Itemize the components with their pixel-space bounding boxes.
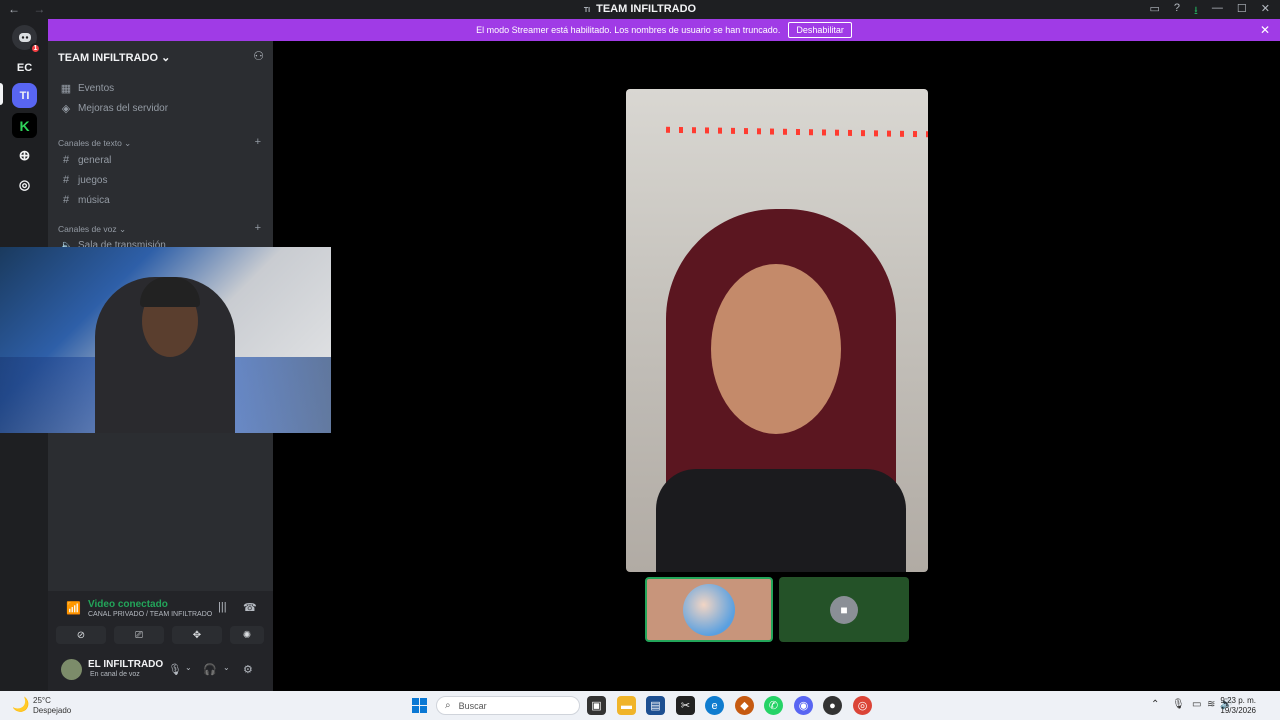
selected-indicator (0, 83, 3, 105)
hash-icon: # (62, 194, 70, 206)
banner-message: El modo Streamer está habilitado. Los no… (476, 25, 781, 35)
kick-server-icon[interactable]: K (12, 113, 37, 138)
soundboard-button[interactable]: ✺ (230, 626, 264, 644)
text-channels-category[interactable]: Canales de texto ⌄ (58, 138, 131, 149)
activities-icon: ✥ (192, 629, 202, 641)
signal-icon: 📶 (66, 601, 81, 615)
streamer-webcam-overlay (0, 247, 331, 433)
server-icon: TI (583, 7, 591, 14)
discord-home-icon[interactable]: 1 (12, 25, 41, 54)
edge-icon[interactable]: e (705, 696, 724, 715)
channel-general[interactable]: # general (60, 154, 111, 166)
obs-icon[interactable]: ● (823, 696, 842, 715)
headphones-icon[interactable]: 🎧 (203, 663, 217, 676)
sidebar-item-label: Eventos (78, 83, 115, 94)
windows-taskbar: 🌙 25°C Despejado ⌕ Buscar ▣ ▬ ▤ ✂ e ◆ ✆ ◉… (0, 691, 1280, 720)
game-launcher-icon[interactable]: ◆ (735, 696, 754, 715)
streamer-mode-banner: El modo Streamer está habilitado. Los no… (48, 19, 1280, 41)
dm-badge: 1 (30, 43, 41, 54)
channel-label: música (78, 194, 110, 206)
weather-widget[interactable]: 25°C Despejado (33, 696, 71, 716)
capcut-icon[interactable]: ✂ (676, 696, 695, 715)
voice-connection-panel: 📶 Video conectado CANAL PRIVADO / TEAM I… (48, 591, 273, 691)
voice-channels-category[interactable]: Canales de voz ⌄ (58, 224, 126, 235)
chevron-down-icon: ⌄ (161, 52, 171, 64)
add-member-icon[interactable]: ⚇ (253, 49, 264, 63)
channel-label: juegos (78, 174, 108, 186)
username: EL INFILTRADO (88, 659, 164, 670)
store-icon[interactable]: ▤ (646, 696, 665, 715)
hash-icon: # (62, 174, 70, 186)
noise-suppression-icon[interactable]: ||| (218, 601, 227, 613)
mic-tray-icon[interactable]: 🎙 (1172, 699, 1185, 710)
activities-button[interactable]: ✥ (172, 626, 222, 644)
avatar[interactable] (61, 659, 82, 680)
server-ec[interactable]: EC (12, 55, 37, 80)
participant-avatar (683, 583, 735, 636)
hash-icon: # (62, 154, 70, 166)
fairy-lights (665, 126, 928, 138)
camera-off-icon: ⊘ (76, 629, 86, 641)
participant-tile-avatar[interactable] (645, 577, 773, 642)
moon-weather-icon[interactable]: 🌙 (12, 696, 29, 713)
sidebar-item-events[interactable]: ▦ Eventos (60, 82, 114, 95)
server-ti[interactable]: TI (12, 83, 37, 108)
calendar-icon: ▦ (60, 83, 72, 95)
close-banner-icon[interactable]: ✕ (1260, 23, 1270, 37)
chevron-down-icon[interactable]: ⌄ (185, 663, 192, 672)
microphone-icon[interactable]: 🎙 (168, 663, 182, 676)
whatsapp-icon[interactable]: ✆ (764, 696, 783, 715)
server-name: TEAM INFILTRADO (58, 52, 159, 64)
server-name-header[interactable]: TEAM INFILTRADO ⌄ (58, 51, 170, 64)
user-status: En canal de voz (90, 671, 140, 678)
sidebar-item-boosts[interactable]: ◈ Mejoras del servidor (60, 102, 168, 115)
disable-streamer-button[interactable]: Deshabilitar (788, 22, 852, 38)
video-person-face (711, 264, 841, 434)
wifi-icon[interactable]: ≋ (1207, 699, 1215, 710)
weather-condition: Despejado (33, 706, 72, 715)
video-camera-icon: ■ (830, 595, 858, 624)
disconnect-icon[interactable]: ☎ (243, 601, 257, 614)
add-text-channel-icon[interactable]: + (255, 136, 261, 148)
display-tray-icon[interactable]: ▭ (1192, 699, 1201, 710)
explore-icon[interactable]: ◎ (12, 172, 37, 197)
voice-channel-path[interactable]: CANAL PRIVADO / TEAM INFILTRADO (88, 611, 212, 618)
clock-date: 19/3/2026 (1220, 706, 1256, 715)
soundboard-icon: ✺ (242, 629, 252, 641)
share-screen-icon: ⎚ (135, 629, 143, 641)
window-title-text: TEAM INFILTRADO (596, 3, 697, 15)
search-placeholder: Buscar (458, 700, 487, 711)
temperature: 25°C (33, 696, 51, 705)
channel-juegos[interactable]: # juegos (60, 174, 108, 186)
boost-icon: ◈ (61, 103, 71, 115)
participant-tile-camera[interactable]: ■ (779, 577, 909, 642)
sidebar-item-label: Mejoras del servidor (78, 103, 169, 114)
windows-start-button[interactable] (412, 698, 427, 713)
task-view-icon[interactable]: ▣ (587, 696, 606, 715)
chevron-down-icon[interactable]: ⌄ (223, 663, 230, 672)
channel-musica[interactable]: # música (60, 194, 110, 206)
chevron-up-icon[interactable]: ⌃ (1151, 699, 1159, 710)
share-screen-button[interactable]: ⎚ (114, 626, 164, 644)
search-icon: ⌕ (445, 700, 451, 711)
add-voice-channel-icon[interactable]: + (255, 222, 261, 234)
camera-off-button[interactable]: ⊘ (56, 626, 106, 644)
voice-status[interactable]: Video conectado (88, 599, 168, 610)
add-server-icon[interactable]: ⊕ (12, 143, 37, 168)
discord-taskbar-icon[interactable]: ◉ (794, 696, 813, 715)
category-label: Canales de texto (58, 138, 122, 148)
chrome-icon[interactable]: ◎ (853, 696, 872, 715)
system-clock[interactable]: 9:23 p. m. 19/3/2026 (1220, 696, 1256, 716)
clock-time: 9:23 p. m. (1220, 696, 1256, 705)
category-label: Canales de voz (58, 224, 117, 234)
window-title: TI TEAM INFILTRADO (0, 3, 1280, 15)
main-video-feed[interactable] (626, 89, 928, 572)
taskbar-search[interactable]: ⌕ Buscar (436, 696, 580, 715)
video-person-body (656, 469, 906, 572)
channel-label: general (78, 154, 112, 166)
file-explorer-icon[interactable]: ▬ (617, 696, 636, 715)
title-bar: ← → TI TEAM INFILTRADO ▭ ? ⭳ — ☐ ✕ (0, 0, 1280, 19)
settings-gear-icon[interactable]: ⚙ (243, 663, 253, 676)
